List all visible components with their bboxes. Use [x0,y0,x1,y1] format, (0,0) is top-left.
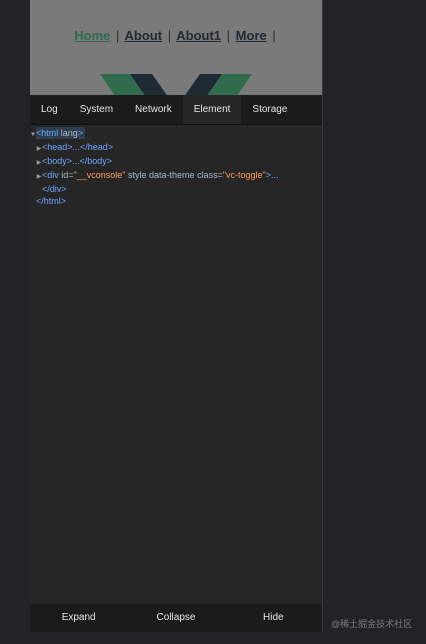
div-theme-attr: data-theme [149,170,195,180]
nav-link-about[interactable]: About [125,28,163,43]
app-nav: Home | About | About1 | More | [30,28,322,43]
tab-log[interactable]: Log [30,95,69,124]
vue-logo [100,74,252,95]
tab-element[interactable]: Element [182,95,242,124]
tree-node-div-close: </div> [30,183,322,195]
nav-separator: | [116,28,120,43]
vconsole-tabbar: Log System Network Element Storage [30,95,322,125]
div-tail: >... [265,170,279,180]
nav-link-home[interactable]: Home [74,28,110,43]
tree-node-vconsole-div[interactable]: ▶<div id="__vconsole" style data-theme c… [30,169,322,183]
app-page: Home | About | About1 | More | [30,0,322,95]
screen: Home | About | About1 | More | Log Syste… [0,0,426,644]
collapse-button[interactable]: Collapse [127,604,224,632]
nav-link-more[interactable]: More [236,28,267,43]
vue-logo-outer [100,74,252,95]
div-id-value: "__vconsole" [73,170,126,180]
element-tree: ▼<html lang> ▶<head>...</head> ▶<body>..… [30,125,322,207]
nav-separator: | [226,28,231,43]
html-lang-attr: lang [60,128,78,138]
tree-node-html-selected[interactable]: <html lang> [36,127,86,139]
div-class-attr: class= [197,170,223,180]
body-node-text: <body>...</body> [42,156,113,166]
expand-button[interactable]: Expand [30,604,127,632]
vconsole-toolbar: Expand Collapse Hide [30,604,322,632]
div-open: <div [42,170,59,180]
html-tag-name: html [41,128,59,138]
nav-separator: | [272,28,276,43]
nav-separator: | [167,28,172,43]
tab-system[interactable]: System [69,95,124,124]
tree-node-html-close: </html> [30,195,322,207]
div-close-tag: </div> [42,184,67,194]
vue-logo-inner [130,74,222,95]
head-node-text: <head>...</head> [42,142,114,152]
vconsole-panel: Log System Network Element Storage ▼<htm… [30,95,322,632]
hide-button[interactable]: Hide [225,604,322,632]
tree-node-body[interactable]: ▶<body>...</body> [30,155,322,169]
watermark: @稀土掘金技术社区 [331,619,413,629]
tab-network[interactable]: Network [124,95,183,124]
html-close-tag: </html> [36,196,67,206]
tree-node-html[interactable]: ▼<html lang> [30,127,322,141]
tree-node-head[interactable]: ▶<head>...</head> [30,141,322,155]
div-style-attr: style [127,170,147,180]
mobile-viewport: Home | About | About1 | More | Log Syste… [30,0,323,632]
div-class-value: "vc-toggle" [222,170,266,180]
tab-storage[interactable]: Storage [241,95,298,124]
nav-link-about1[interactable]: About1 [176,28,221,43]
div-id-attr: id= [61,170,74,180]
